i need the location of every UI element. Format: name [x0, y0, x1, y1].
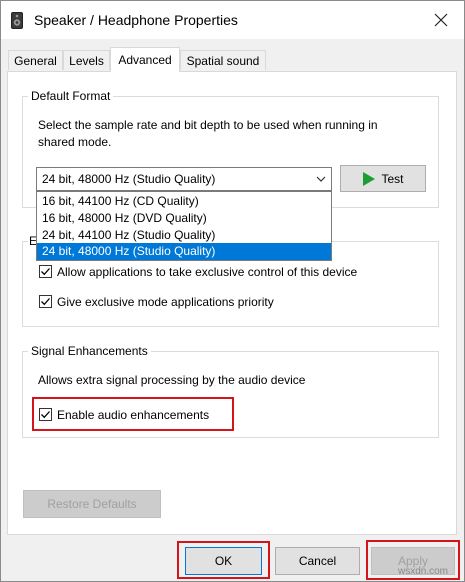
allow-exclusive-checkbox[interactable]: [39, 265, 52, 278]
sample-rate-selected-value: 24 bit, 48000 Hz (Studio Quality): [42, 172, 216, 186]
checkmark-icon: [41, 411, 50, 419]
tab-spatial-sound[interactable]: Spatial sound: [180, 50, 266, 70]
restore-defaults-button[interactable]: Restore Defaults: [23, 490, 161, 518]
window-title: Speaker / Headphone Properties: [34, 12, 238, 28]
signal-enhancements-title: Signal Enhancements: [28, 344, 151, 358]
checkmark-icon: [41, 268, 50, 276]
allow-exclusive-label[interactable]: Allow applications to take exclusive con…: [57, 265, 357, 279]
default-format-description-line1: Select the sample rate and bit depth to …: [38, 118, 378, 132]
dropdown-option-cd-quality[interactable]: 16 bit, 44100 Hz (CD Quality): [37, 193, 331, 210]
test-button-label: Test: [381, 171, 404, 186]
exclusive-priority-checkbox[interactable]: [39, 295, 52, 308]
title-bar[interactable]: Speaker / Headphone Properties: [1, 1, 464, 39]
speaker-icon: [11, 12, 23, 29]
sample-rate-combobox[interactable]: 24 bit, 48000 Hz (Studio Quality): [36, 167, 332, 191]
tab-levels[interactable]: Levels: [63, 50, 110, 70]
enable-enhancements-checkbox[interactable]: [39, 408, 52, 421]
watermark-text: wsxdn.com: [398, 566, 449, 577]
checkmark-icon: [41, 298, 50, 306]
cancel-button[interactable]: Cancel: [275, 547, 360, 575]
close-icon: [434, 13, 448, 27]
signal-enhancements-group: [22, 351, 439, 438]
signal-enhancements-description: Allows extra signal processing by the au…: [38, 373, 306, 387]
dropdown-option-studio-48000[interactable]: 24 bit, 48000 Hz (Studio Quality): [37, 243, 331, 260]
test-button[interactable]: Test: [340, 165, 426, 192]
dropdown-option-dvd-quality[interactable]: 16 bit, 48000 Hz (DVD Quality): [37, 210, 331, 227]
tab-general[interactable]: General: [8, 50, 63, 70]
default-format-title: Default Format: [28, 89, 114, 103]
close-button[interactable]: [421, 5, 461, 35]
ok-button[interactable]: OK: [185, 547, 262, 575]
enable-enhancements-label[interactable]: Enable audio enhancements: [57, 408, 209, 422]
sample-rate-dropdown-list[interactable]: 16 bit, 44100 Hz (CD Quality) 16 bit, 48…: [36, 191, 332, 261]
default-format-description-line2: shared mode.: [38, 135, 112, 149]
dropdown-option-studio-44100[interactable]: 24 bit, 44100 Hz (Studio Quality): [37, 227, 331, 244]
chevron-down-icon[interactable]: [315, 173, 327, 185]
play-icon: [363, 171, 376, 186]
tab-advanced[interactable]: Advanced: [110, 47, 180, 72]
exclusive-priority-label[interactable]: Give exclusive mode applications priorit…: [57, 295, 274, 309]
